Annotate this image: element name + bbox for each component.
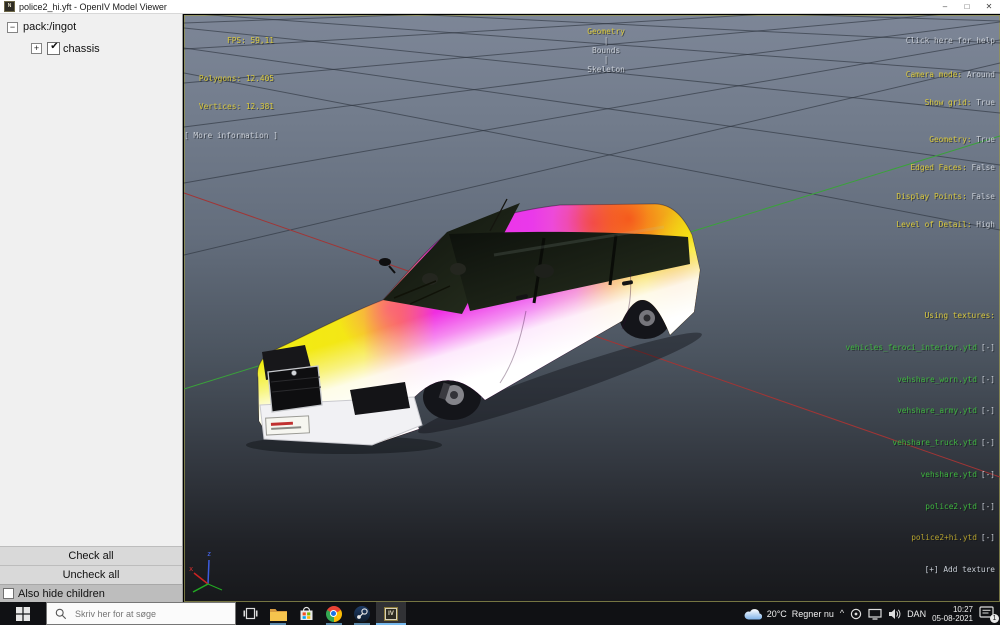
weather-cloud-icon (744, 607, 762, 620)
setting-geometry[interactable]: Geometry: True (896, 135, 995, 145)
uncheck-all-button[interactable]: Uncheck all (0, 565, 182, 584)
using-textures-title: Using textures: (845, 311, 995, 322)
chrome-button[interactable] (320, 602, 348, 625)
openiv-taskbar-button[interactable]: IV (376, 602, 406, 625)
axis-gizmo: z x y (188, 544, 238, 596)
car-model[interactable] (244, 193, 714, 483)
hidden-icons-chevron[interactable]: ^ (840, 608, 844, 618)
tab-bounds[interactable]: Bounds (592, 46, 620, 55)
maker-emblem (291, 370, 296, 375)
steam-button[interactable] (348, 602, 376, 625)
texture-row[interactable]: police2.ytd[-] (845, 502, 995, 513)
remove-texture-button[interactable]: [-] (981, 343, 995, 352)
search-icon (55, 608, 67, 620)
remove-texture-button[interactable]: [-] (981, 406, 995, 415)
weather-label: Regner nu (792, 609, 834, 619)
setting-edged-faces[interactable]: Edged Faces: False (896, 163, 995, 173)
notification-badge: 1 (990, 614, 999, 623)
file-explorer-button[interactable] (264, 602, 292, 625)
remove-texture-button[interactable]: [-] (981, 533, 995, 542)
texture-row[interactable]: vehshare.ytd[-] (845, 470, 995, 481)
steam-icon (354, 606, 370, 622)
model-tree-panel: − pack:/ingot + ✔ chassis Check all Unch… (0, 14, 183, 602)
texture-row[interactable]: police2+hi.ytd[-] (845, 533, 995, 544)
openiv-icon: IV (384, 607, 398, 621)
more-information-link[interactable]: [ More information ] (184, 131, 274, 141)
also-hide-children-row[interactable]: Also hide children (0, 584, 182, 602)
close-button[interactable]: ✕ (978, 0, 1000, 14)
gizmo-x-label: x (189, 565, 193, 573)
textures-overlay: Using textures: vehicles_feroci_interior… (845, 290, 995, 597)
remove-texture-button[interactable]: [-] (981, 375, 995, 384)
gizmo-z-label: z (207, 550, 211, 558)
clock-time: 10:27 (932, 605, 973, 614)
setting-camera-mode[interactable]: Camera mode: Around (896, 70, 995, 80)
temperature-label: 20°C (767, 609, 787, 619)
maximize-button[interactable]: □ (956, 0, 978, 14)
tree-root-row[interactable]: − pack:/ingot (7, 21, 182, 33)
add-texture-button[interactable]: [+] Add texture (845, 565, 995, 576)
tree-item-chassis[interactable]: + ✔ chassis (31, 42, 182, 55)
setting-display-points[interactable]: Display Points: False (896, 192, 995, 202)
window-titlebar[interactable]: N police2_hi.yft - OpenIV Model Viewer –… (0, 0, 1000, 14)
chassis-checkbox[interactable]: ✔ (47, 42, 60, 55)
expand-icon[interactable]: + (31, 43, 42, 54)
mode-tabs: Geometry | Bounds | Skeleton (184, 17, 1000, 84)
file-explorer-icon (270, 607, 287, 621)
tray-app-icon[interactable] (850, 608, 862, 620)
setting-level-of-detail[interactable]: Level of Detail: High (896, 220, 995, 230)
action-center-button[interactable]: 1 (979, 606, 997, 622)
also-hide-children-label: Also hide children (18, 588, 105, 600)
remove-texture-button[interactable]: [-] (981, 502, 995, 511)
side-mirror (379, 258, 391, 266)
checkmark-icon: ✔ (48, 41, 61, 52)
texture-row[interactable]: vehshare_truck.ytd[-] (845, 438, 995, 449)
tree-root-label: pack:/ingot (23, 21, 76, 33)
microsoft-store-button[interactable] (292, 602, 320, 625)
vertices-readout: Vertices: 12.381 (184, 102, 274, 112)
microsoft-store-icon (299, 606, 314, 621)
texture-row[interactable]: vehicles_feroci_interior.ytd[-] (845, 343, 995, 354)
setting-show-grid[interactable]: Show grid: True (896, 98, 995, 108)
also-hide-children-checkbox[interactable] (3, 588, 14, 599)
clock-date: 05-08-2021 (932, 614, 973, 623)
weather-widget[interactable]: 20°C Regner nu (744, 602, 834, 625)
viewport-canvas[interactable]: z x y FPS: 59,11 Polygons: 12.405 Vertic… (184, 15, 1000, 602)
help-link[interactable]: Click here for help (896, 36, 995, 46)
taskbar: IV 20°C Regner nu ^ (0, 602, 1000, 625)
texture-row[interactable]: vehshare_worn.ytd[-] (845, 375, 995, 386)
texture-row[interactable]: vehshare_army.ytd[-] (845, 406, 995, 417)
chrome-icon (326, 606, 342, 622)
search-input[interactable] (73, 608, 217, 620)
windows-logo-icon (16, 607, 30, 621)
settings-overlay: Click here for help Camera mode: Around … (896, 17, 995, 249)
language-indicator[interactable]: DAN (907, 609, 926, 619)
gizmo-y-label: y (189, 594, 193, 596)
check-all-button[interactable]: Check all (0, 546, 182, 565)
openiv-window-icon: N (4, 1, 15, 12)
volume-icon[interactable] (888, 608, 901, 620)
tab-skeleton[interactable]: Skeleton (587, 65, 625, 74)
task-view-button[interactable] (236, 602, 264, 625)
window-title: police2_hi.yft - OpenIV Model Viewer (19, 2, 167, 12)
desktop: N police2_hi.yft - OpenIV Model Viewer –… (0, 0, 1000, 625)
collapse-icon[interactable]: − (7, 22, 18, 33)
remove-texture-button[interactable]: [-] (981, 438, 995, 447)
taskbar-clock[interactable]: 10:27 05-08-2021 (932, 605, 973, 623)
task-view-icon (243, 607, 258, 620)
start-button[interactable] (0, 602, 46, 625)
tree-item-label: chassis (63, 43, 100, 55)
system-tray: 20°C Regner nu ^ DAN 10:27 05-08-2021 (744, 602, 1000, 625)
remove-texture-button[interactable]: [-] (981, 470, 995, 479)
tab-geometry[interactable]: Geometry (587, 27, 625, 36)
network-icon[interactable] (868, 608, 882, 620)
taskbar-search[interactable] (46, 602, 236, 625)
minimize-button[interactable]: – (934, 0, 956, 14)
